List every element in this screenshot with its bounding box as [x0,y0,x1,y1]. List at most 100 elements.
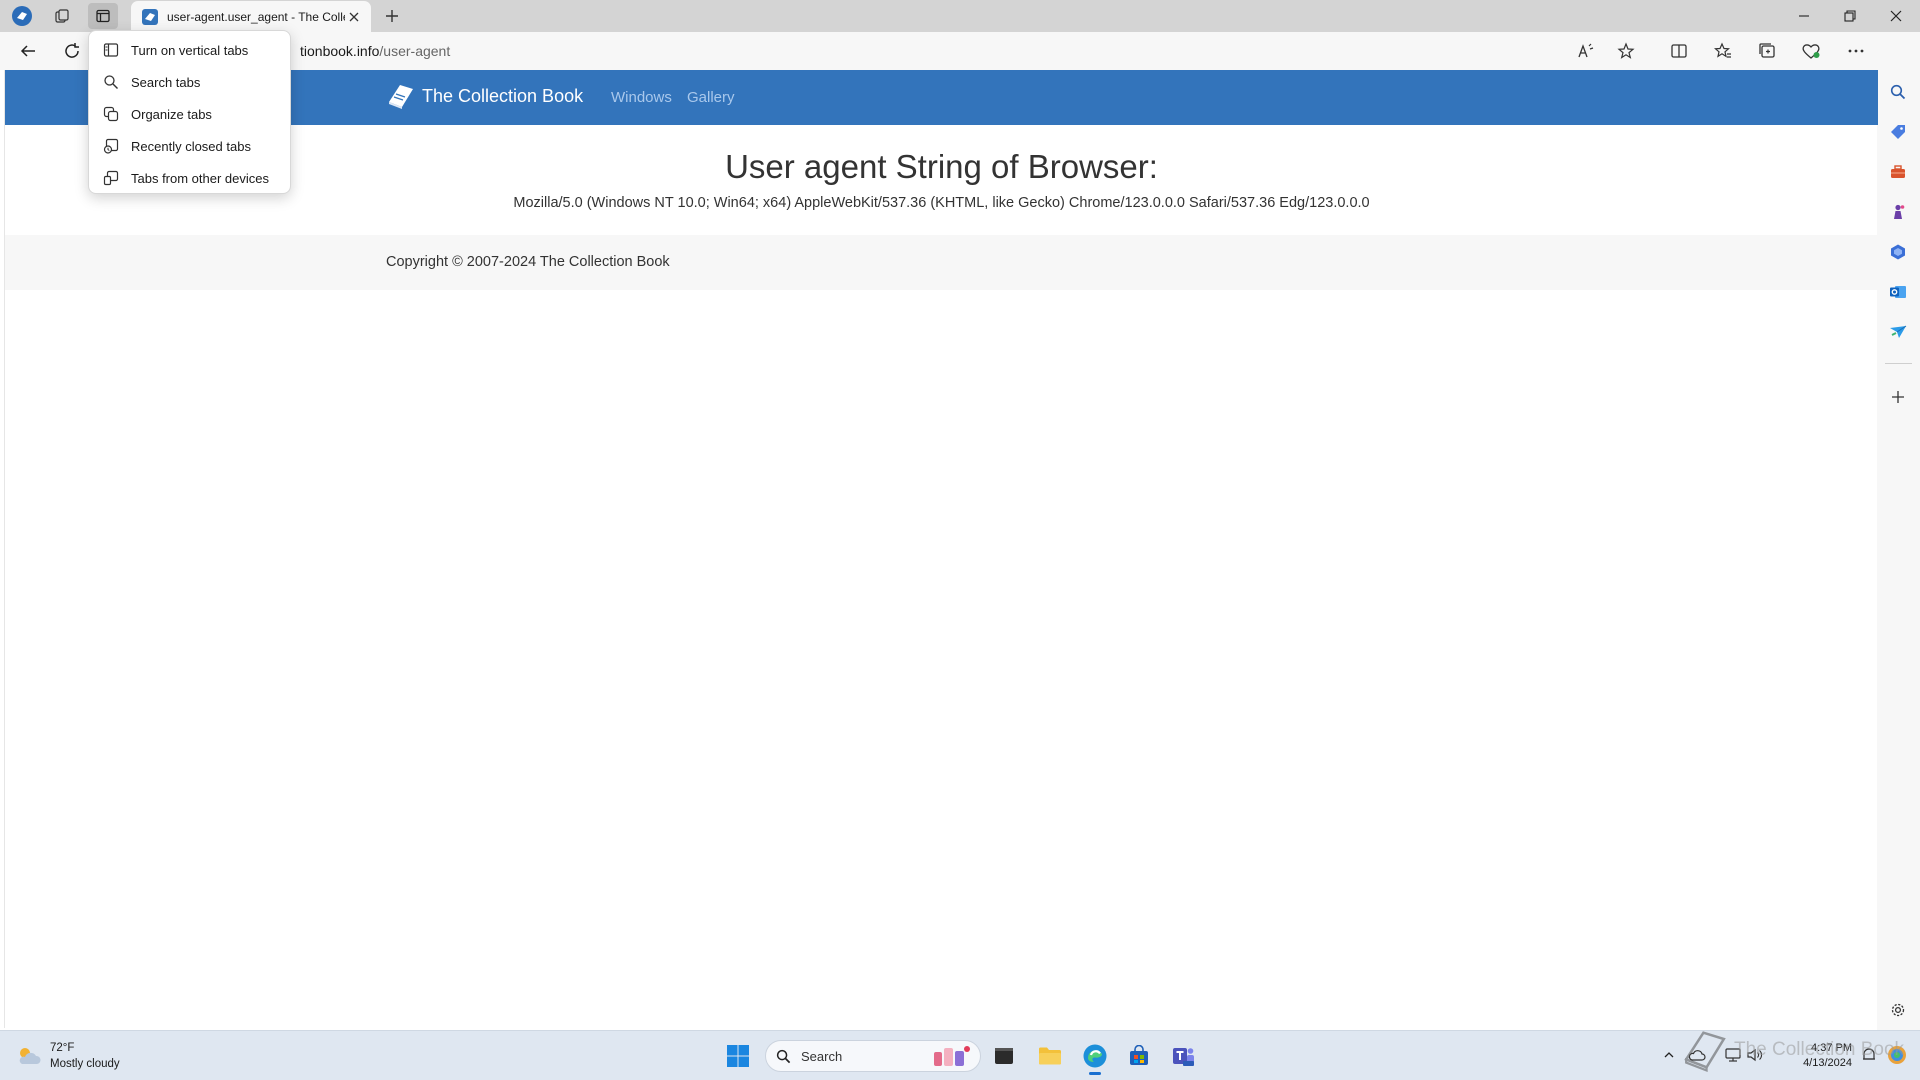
back-button[interactable] [12,36,44,66]
weather-widget[interactable]: 72°F Mostly cloudy [16,1040,120,1072]
collections-icon [1759,43,1775,58]
outlook-icon [1890,286,1906,298]
workspaces-button[interactable] [47,3,77,29]
user-agent-string: Mozilla/5.0 (Windows NT 10.0; Win64; x64… [513,195,1370,211]
refresh-icon [65,43,79,58]
watermark-text: The Collection Book [1734,1039,1905,1060]
close-tab-icon[interactable] [345,8,363,26]
collection-book-favicon-icon [142,8,158,25]
sidebar-settings-button[interactable] [1883,995,1913,1025]
split-screen-icon [1671,44,1687,58]
read-aloud-button[interactable] [1570,36,1602,66]
site-brand-text: The Collection Book [422,85,584,106]
sidebar-search-button[interactable] [1883,77,1913,107]
close-icon [1890,10,1902,22]
refresh-button[interactable] [56,36,88,66]
book-logo-icon [389,85,413,109]
menu-item-recently-closed[interactable]: Recently closed tabs [89,130,290,162]
taskbar-search-label: Search [801,1048,843,1064]
restore-icon [1844,10,1856,22]
store-bag-icon [1130,1045,1148,1065]
weather-condition: Mostly cloudy [50,1058,120,1070]
menu-item-label: Recently closed tabs [131,138,251,154]
weather-temperature: 72°F [50,1042,75,1054]
edge-browser-icon [1083,1044,1107,1068]
vertical-tabs-icon [103,43,119,57]
chess-piece-icon [1894,204,1905,219]
terminal-icon [995,1048,1013,1064]
split-screen-button[interactable] [1663,36,1695,66]
more-dots-icon [1848,49,1864,53]
new-tab-button[interactable] [378,3,406,29]
taskbar-edge-button[interactable] [1077,1038,1113,1075]
address-path: /user-agent [379,43,451,59]
watermark: The Collection Book [1680,1028,1904,1072]
taskbar-teams-button[interactable] [1165,1038,1201,1074]
page-viewport: The Collection Book Windows Gallery User… [4,70,1878,1028]
tab-actions-menu-button[interactable] [88,3,118,29]
search-icon [776,1049,791,1063]
sidebar-tools-button[interactable] [1883,157,1913,187]
menu-item-label: Search tabs [131,74,201,90]
menu-item-vertical-tabs[interactable]: Turn on vertical tabs [89,34,290,66]
sidebar-games-button[interactable] [1883,197,1913,227]
profile-button[interactable] [7,3,37,29]
edge-sidebar [1877,32,1920,1030]
running-indicator [1089,1072,1101,1075]
nav-link-windows[interactable]: Windows [611,89,672,106]
plus-icon [386,10,398,22]
favorites-button[interactable] [1707,36,1739,66]
plus-icon [1892,391,1904,403]
microsoft365-icon [1891,244,1905,260]
menu-item-search-tabs[interactable]: Search tabs [89,66,290,98]
tab-title: user-agent.user_agent - The Collection B… [167,9,345,24]
teams-icon [1173,1048,1194,1066]
recently-closed-icon [103,138,119,154]
tab-actions-icon [96,9,110,23]
folder-icon [1039,1047,1061,1065]
menu-item-label: Turn on vertical tabs [131,42,249,58]
taskbar-store-button[interactable] [1121,1038,1157,1074]
taskbar-search-box[interactable]: Search [765,1040,981,1072]
site-footer: Copyright © 2007-2024 The Collection Boo… [5,235,1878,290]
minimize-icon [1799,15,1809,17]
nav-link-gallery[interactable]: Gallery [687,89,735,106]
chevron-up-icon [1664,1052,1674,1058]
settings-more-button[interactable] [1840,36,1872,66]
sidebar-microsoft365-button[interactable] [1883,237,1913,267]
taskbar-task-view-button[interactable] [986,1038,1022,1074]
collections-button[interactable] [1751,36,1783,66]
profile-icon [12,6,32,26]
search-icon [104,75,118,89]
menu-item-label: Organize tabs [131,106,212,122]
title-bar: user-agent.user_agent - The Collection B… [0,0,1920,32]
tab-user-agent[interactable]: user-agent.user_agent - The Collection B… [131,1,371,32]
menu-item-label: Tabs from other devices [131,170,270,186]
star-add-icon [1617,42,1635,59]
show-hidden-icons-button[interactable] [1658,1043,1680,1067]
favorite-star-button[interactable] [1610,36,1642,66]
menu-item-other-devices[interactable]: Tabs from other devices [89,162,290,194]
shopping-tag-icon [1891,125,1905,139]
sidebar-customize-button[interactable] [1883,382,1913,412]
organize-tabs-icon [103,106,119,122]
windows-taskbar: 72°F Mostly cloudy Search 4:37 PM 4/13/2… [0,1030,1920,1080]
site-brand-link[interactable]: The Collection Book [386,82,583,110]
browser-essentials-button[interactable] [1795,36,1827,66]
devices-icon [103,170,119,186]
sidebar-drop-button[interactable] [1883,317,1913,347]
minimize-button[interactable] [1781,0,1827,32]
menu-item-organize-tabs[interactable]: Organize tabs [89,98,290,130]
sidebar-separator [1885,363,1912,364]
send-drop-icon [1890,325,1907,338]
start-button[interactable] [720,1038,756,1074]
sidebar-outlook-button[interactable] [1883,277,1913,307]
back-arrow-icon [20,45,35,57]
restore-button[interactable] [1827,0,1873,32]
close-window-button[interactable] [1873,0,1919,32]
partly-cloudy-icon [19,1048,41,1064]
sidebar-shopping-button[interactable] [1883,117,1913,147]
taskbar-file-explorer-button[interactable] [1032,1038,1068,1074]
address-bar[interactable]: tionbook.info/user-agent [90,36,1600,66]
gear-icon [1891,1003,1905,1017]
